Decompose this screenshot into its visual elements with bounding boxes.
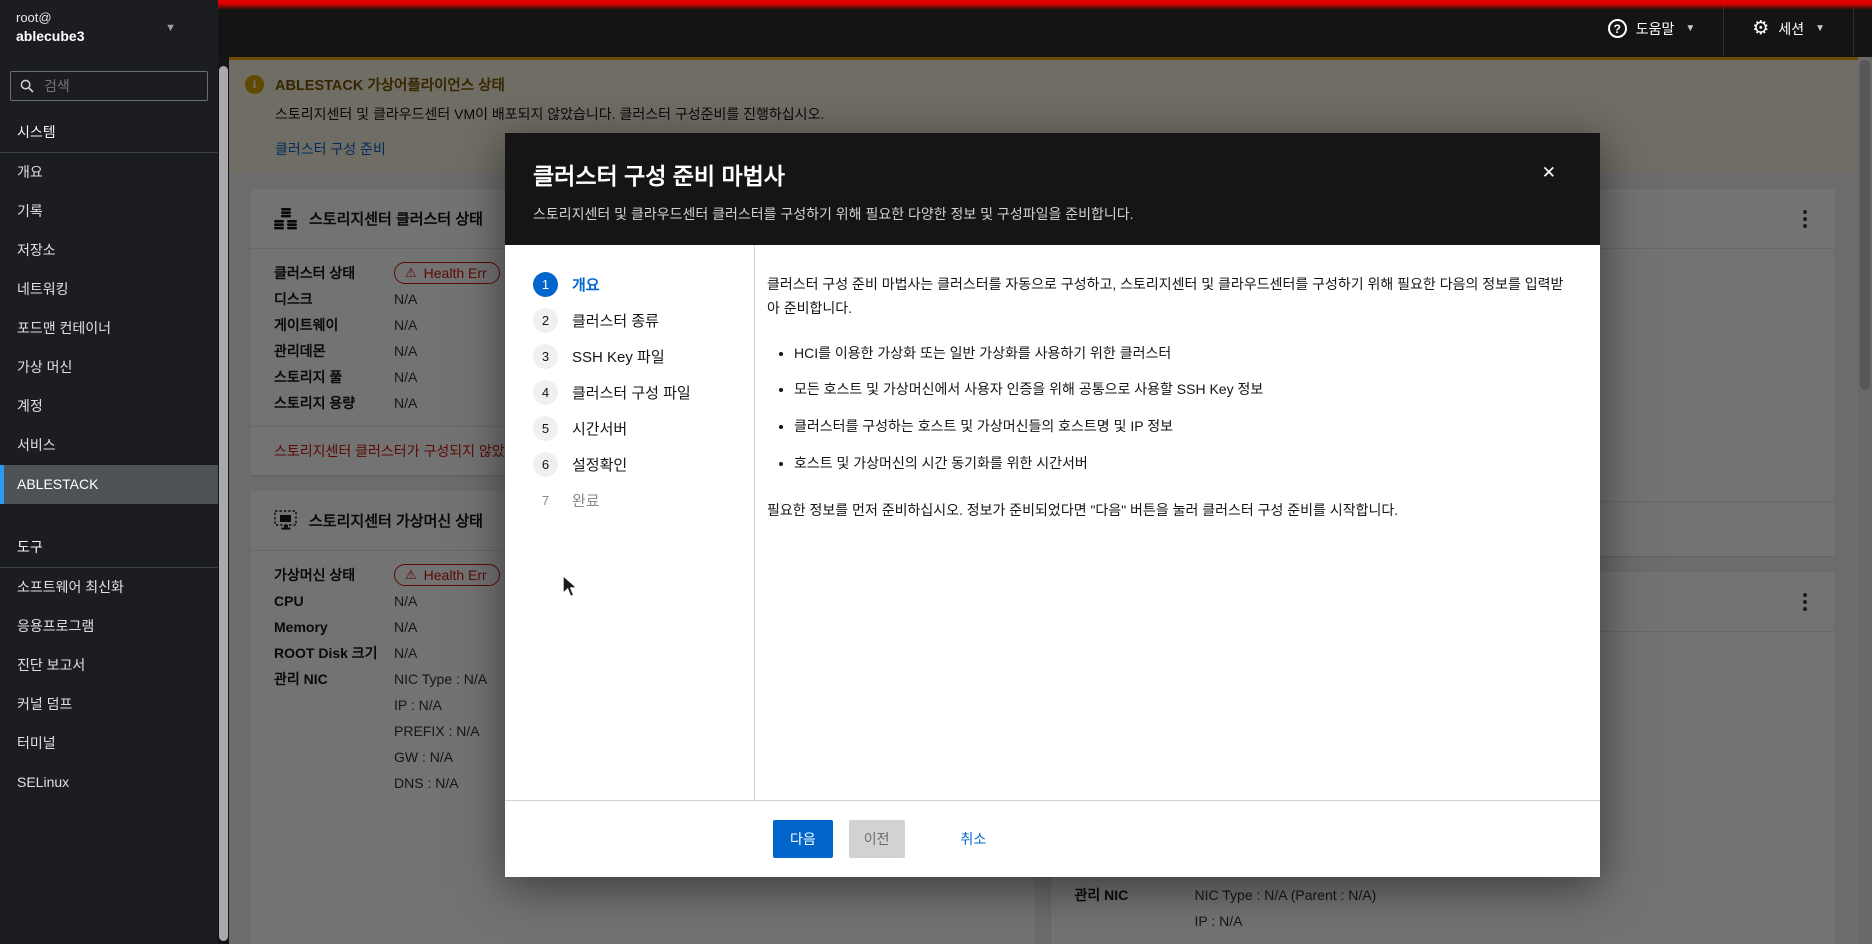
wizard-step-cluster-config-file[interactable]: 4 클러스터 구성 파일	[533, 380, 754, 405]
session-label: 세션	[1778, 20, 1805, 37]
modal-subtitle: 스토리지센터 및 클라우드센터 클러스터를 구성하기 위해 필요한 다양한 정보…	[533, 206, 1134, 222]
sidebar-item-selinux[interactable]: SELinux	[0, 763, 218, 802]
cluster-wizard-modal: 클러스터 구성 준비 마법사 스토리지센터 및 클라우드센터 클러스터를 구성하…	[505, 133, 1600, 877]
wizard-step-cluster-type[interactable]: 2 클러스터 종류	[533, 308, 754, 333]
sidebar-item-accounts[interactable]: 계정	[0, 387, 218, 426]
bullet-item: 모든 호스트 및 가상머신에서 사용자 인증을 위해 공통으로 사용할 SSH …	[794, 378, 1574, 402]
previous-button[interactable]: 이전	[848, 820, 905, 858]
masthead-end-spacer	[1854, 0, 1872, 57]
question-icon: ?	[1607, 19, 1627, 38]
sidebar-item-storage[interactable]: 저장소	[0, 231, 218, 270]
wizard-bullet-list: HCI를 이용한 가상화 또는 일반 가상화를 사용하기 위한 클러스터 모든 …	[767, 342, 1574, 476]
sidebar-item-ablestack[interactable]: ABLESTACK	[0, 465, 218, 504]
help-label: 도움말	[1635, 20, 1675, 37]
nav-group-tools: 도구	[0, 520, 218, 568]
sidebar-item-diagnostics[interactable]: 진단 보고서	[0, 646, 218, 685]
masthead: ? 도움말 ▼ ⚙ 세션 ▼	[218, 0, 1872, 57]
wizard-footer: 다음 이전 취소	[505, 800, 1600, 877]
sidebar-item-networking[interactable]: 네트워킹	[0, 270, 218, 309]
sidebar-search[interactable]	[10, 71, 208, 101]
wizard-intro: 클러스터 구성 준비 마법사는 클러스터를 자동으로 구성하고, 스토리지센터 …	[767, 276, 1564, 316]
chevron-down-icon: ▼	[165, 22, 176, 34]
sidebar-item-vms[interactable]: 가상 머신	[0, 348, 218, 387]
chevron-down-icon: ▼	[1815, 23, 1825, 34]
search-input[interactable]	[42, 77, 162, 95]
sidebar-scrollbar-thumb[interactable]	[219, 66, 228, 941]
sidebar-item-podman[interactable]: 포드맨 컨테이너	[0, 309, 218, 348]
bullet-item: HCI를 이용한 가상화 또는 일반 가상화를 사용하기 위한 클러스터	[794, 342, 1574, 366]
wizard-step-ssh-key[interactable]: 3 SSH Key 파일	[533, 344, 754, 369]
wizard-step-overview[interactable]: 1 개요	[533, 272, 754, 297]
sidebar-item-logs[interactable]: 기록	[0, 192, 218, 231]
search-icon	[20, 79, 34, 93]
sidebar-scrollbar	[218, 57, 229, 944]
wizard-body: 1 개요 2 클러스터 종류 3 SSH Key 파일 4 클러스터 구성 파일…	[505, 245, 1600, 800]
wizard-step-content: 클러스터 구성 준비 마법사는 클러스터를 자동으로 구성하고, 스토리지센터 …	[755, 245, 1600, 800]
cancel-button[interactable]: 취소	[955, 828, 993, 850]
sidebar: 시스템 개요 기록 저장소 네트워킹 포드맨 컨테이너 가상 머신 계정 서비스…	[0, 57, 218, 944]
sidebar-item-software-updates[interactable]: 소프트웨어 최신화	[0, 568, 218, 607]
wizard-steps: 1 개요 2 클러스터 종류 3 SSH Key 파일 4 클러스터 구성 파일…	[505, 245, 755, 800]
sidebar-item-services[interactable]: 서비스	[0, 426, 218, 465]
page: root@ ablecube3 ▼ ? 도움말 ▼ ⚙ 세션 ▼ 시스템 개요 …	[0, 0, 1872, 944]
sidebar-item-applications[interactable]: 응용프로그램	[0, 607, 218, 646]
sidebar-item-terminal[interactable]: 터미널	[0, 724, 218, 763]
next-button[interactable]: 다음	[773, 820, 833, 858]
bullet-item: 호스트 및 가상머신의 시간 동기화를 위한 시간서버	[794, 452, 1574, 476]
host-switcher[interactable]: root@ ablecube3 ▼	[0, 0, 218, 57]
modal-title: 클러스터 구성 준비 마법사	[533, 163, 785, 189]
wizard-step-time-server[interactable]: 5 시간서버	[533, 416, 754, 441]
sidebar-item-kdump[interactable]: 커널 덤프	[0, 685, 218, 724]
sidebar-item-overview[interactable]: 개요	[0, 153, 218, 192]
modal-header: 클러스터 구성 준비 마법사 스토리지센터 및 클라우드센터 클러스터를 구성하…	[505, 133, 1600, 245]
nav-group-system: 시스템	[0, 105, 218, 153]
wizard-outro: 필요한 정보를 먼저 준비하십시오. 정보가 준비되었다면 "다음" 버튼을 눌…	[767, 501, 1399, 518]
chevron-down-icon: ▼	[1685, 23, 1696, 34]
help-menu[interactable]: ? 도움말 ▼	[1580, 0, 1724, 57]
gear-icon: ⚙	[1752, 18, 1770, 39]
session-menu[interactable]: ⚙ 세션 ▼	[1724, 0, 1853, 57]
close-icon[interactable]: ✕	[1538, 159, 1560, 187]
wizard-step-confirm[interactable]: 6 설정확인	[533, 452, 754, 477]
bullet-item: 클러스터를 구성하는 호스트 및 가상머신들의 호스트명 및 IP 정보	[794, 415, 1574, 439]
wizard-step-done[interactable]: 7 완료	[533, 488, 754, 513]
